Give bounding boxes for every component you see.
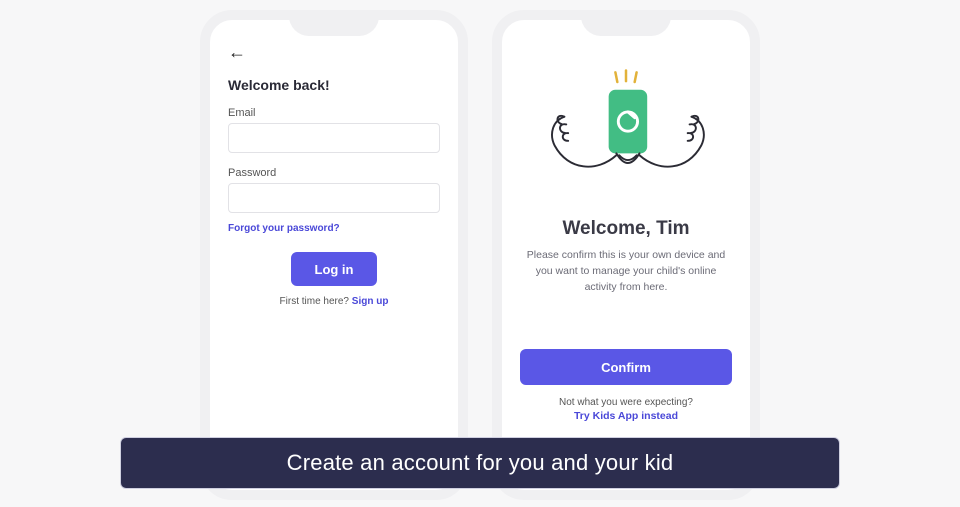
confirm-button[interactable]: Confirm [520,349,732,385]
login-button[interactable]: Log in [291,252,377,286]
login-screen: ← Welcome back! Email Password Forgot yo… [210,20,458,490]
signup-link[interactable]: Sign up [352,296,389,307]
try-kids-app-link[interactable]: Try Kids App instead [520,410,732,422]
hands-phone-icon [520,66,732,206]
caption-bar: Create an account for you and your kid [120,437,840,489]
email-field[interactable] [228,123,440,153]
password-label: Password [228,167,440,179]
back-icon[interactable]: ← [228,42,248,63]
forgot-password-link[interactable]: Forgot your password? [228,223,440,234]
caption-text: Create an account for you and your kid [287,450,674,476]
welcome-illustration [520,66,732,206]
first-time-prefix: First time here? [280,296,352,307]
phone-notch [289,10,379,36]
phone-welcome: Welcome, Tim Please confirm this is your… [492,10,760,500]
welcome-heading: Welcome, Tim [520,218,732,240]
password-field[interactable] [228,183,440,213]
welcome-body: Please confirm this is your own device a… [520,248,732,295]
not-expecting-text: Not what you were expecting? [520,397,732,408]
phone-login: ← Welcome back! Email Password Forgot yo… [200,10,468,500]
welcome-screen: Welcome, Tim Please confirm this is your… [502,20,750,490]
stage: ← Welcome back! Email Password Forgot yo… [0,0,960,507]
first-time-text: First time here? Sign up [228,296,440,307]
phone-notch [581,10,671,36]
login-title: Welcome back! [228,77,440,93]
email-label: Email [228,107,440,119]
